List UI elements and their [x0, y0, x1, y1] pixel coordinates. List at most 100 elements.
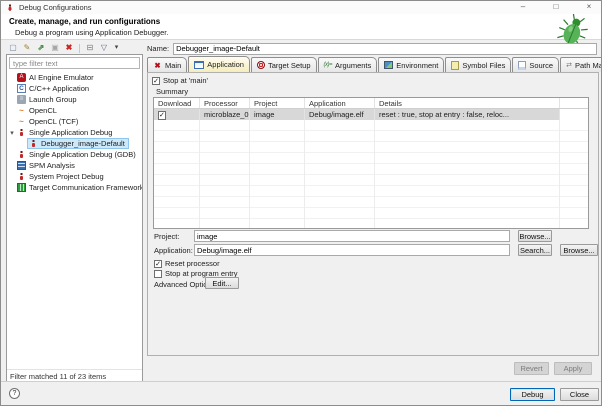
- opencl-icon: [17, 117, 26, 126]
- processor-cell: microblaze_0: [200, 109, 250, 120]
- main-icon: [153, 61, 162, 70]
- new-launch-config-icon[interactable]: ▢: [8, 43, 18, 53]
- tree-item-label: System Project Debug: [29, 172, 104, 181]
- tab-symbol-files[interactable]: Symbol Files: [445, 57, 511, 72]
- sidebar-item-target-communication-framework[interactable]: Target Communication Framework: [7, 182, 142, 193]
- details-cell: reset : true, stop at entry : false, rel…: [375, 109, 560, 120]
- project-browse-button[interactable]: Browse...: [518, 230, 552, 242]
- selected-tree-item: Debugger_image-Default: [27, 138, 129, 149]
- stop-at-main-label: Stop at 'main': [163, 76, 208, 85]
- tab-label: Path Map: [575, 61, 602, 70]
- name-label: Name:: [147, 44, 169, 53]
- filter-config-icon[interactable]: ▽: [99, 43, 109, 53]
- table-gridline: [249, 120, 250, 228]
- new-prototype-icon[interactable]: ✎: [22, 43, 32, 53]
- duplicate-config-icon[interactable]: ▣: [50, 43, 60, 53]
- tab-label: Main: [165, 61, 181, 70]
- filter-input[interactable]: [9, 57, 140, 69]
- maximize-button[interactable]: □: [550, 1, 562, 13]
- tree-item-label: OpenCL: [29, 106, 57, 115]
- sidebar-item-ai-engine-emulator[interactable]: AI Engine Emulator: [7, 72, 142, 83]
- symbol-files-icon: [451, 61, 459, 70]
- source-icon: [518, 61, 526, 70]
- help-icon[interactable]: ?: [9, 388, 20, 399]
- column-header-processor[interactable]: Processor: [200, 98, 250, 108]
- close-button[interactable]: Close: [560, 388, 599, 401]
- path-map-icon: [566, 61, 572, 69]
- sidebar-item-launch-group[interactable]: Launch Group: [7, 94, 142, 105]
- sidebar-item-spm-analysis[interactable]: SPM Analysis: [7, 160, 142, 171]
- table-gridline: [304, 120, 305, 228]
- column-header-details[interactable]: Details: [375, 98, 560, 108]
- table-header-row: Download Processor Project Application D…: [154, 98, 588, 109]
- sidebar-item-opencl[interactable]: OpenCL: [7, 105, 142, 116]
- sidebar-item-system-project-debug[interactable]: System Project Debug: [7, 171, 142, 182]
- name-input[interactable]: [173, 43, 597, 55]
- tab-path-map[interactable]: Path Map: [560, 57, 602, 72]
- tree-item-label: AI Engine Emulator: [29, 73, 94, 82]
- project-input[interactable]: [194, 230, 510, 242]
- delete-config-icon[interactable]: ✖: [64, 43, 74, 53]
- dialog-footer: ? Debug Close: [1, 381, 602, 405]
- window-title: Debug Configurations: [19, 3, 92, 12]
- expand-arrow-icon[interactable]: ▾: [7, 129, 17, 137]
- tree-item-label: C/C++ Application: [29, 84, 89, 93]
- tab-environment[interactable]: Environment: [378, 57, 444, 72]
- reset-processor-checkbox[interactable]: ✓: [154, 260, 162, 268]
- apply-button[interactable]: Apply: [554, 362, 592, 375]
- stop-at-main-checkbox-row[interactable]: ✓ Stop at 'main': [152, 76, 208, 85]
- sidebar-item-opencl-tcf[interactable]: OpenCL (TCF): [7, 116, 142, 127]
- revert-button[interactable]: Revert: [514, 362, 549, 375]
- table-gridline: [374, 120, 375, 228]
- toolbar-separator: [79, 44, 80, 53]
- tab-label: Target Setup: [268, 61, 311, 70]
- sidebar-item-cpp-application[interactable]: C/C++ Application: [7, 83, 142, 94]
- column-header-filler: [560, 98, 588, 108]
- column-header-project[interactable]: Project: [250, 98, 305, 108]
- sidebar-item-single-application-debug-gdb[interactable]: Single Application Debug (GDB): [7, 149, 142, 160]
- export-config-icon[interactable]: ⇗: [36, 43, 46, 53]
- cpp-application-icon: [17, 84, 26, 93]
- application-browse-button[interactable]: Browse...: [560, 244, 598, 256]
- column-header-application[interactable]: Application: [305, 98, 375, 108]
- tab-arguments[interactable]: Arguments: [318, 57, 378, 72]
- configurations-sidebar: ▢ ✎ ⇗ ▣ ✖ ⊟ ▽ ▾ AI Engine Emulator C: [6, 42, 143, 383]
- minimize-button[interactable]: –: [517, 1, 529, 13]
- stop-at-program-entry-checkbox[interactable]: [154, 270, 162, 278]
- stop-at-main-checkbox[interactable]: ✓: [152, 77, 160, 85]
- column-header-download[interactable]: Download: [154, 98, 200, 108]
- download-checkbox[interactable]: ✓: [158, 111, 166, 120]
- filter-menu-caret-icon[interactable]: ▾: [113, 43, 120, 53]
- tab-main[interactable]: Main: [147, 57, 187, 72]
- application-row: Application: Search... Browse...: [154, 244, 602, 256]
- application-search-button[interactable]: Search...: [518, 244, 552, 256]
- opencl-icon: [17, 106, 26, 115]
- reset-processor-label: Reset processor: [165, 259, 220, 268]
- tab-target-setup[interactable]: Target Setup: [251, 57, 317, 72]
- summary-label: Summary: [156, 87, 188, 96]
- application-icon: [194, 61, 204, 69]
- tab-label: Environment: [396, 61, 438, 70]
- reset-processor-checkbox-row[interactable]: ✓ Reset processor: [154, 259, 220, 268]
- project-cell: image: [250, 109, 305, 120]
- sidebar-toolbar: ▢ ✎ ⇗ ▣ ✖ ⊟ ▽ ▾: [6, 42, 143, 54]
- sidebar-item-debugger-image-default[interactable]: Debugger_image-Default: [7, 138, 142, 149]
- environment-icon: [384, 61, 393, 69]
- table-row[interactable]: ✓ microblaze_0 image Debug/image.elf res…: [154, 109, 588, 120]
- launch-group-icon: [17, 95, 26, 104]
- collapse-all-icon[interactable]: ⊟: [85, 43, 95, 53]
- table-empty-area: [154, 120, 588, 228]
- tcf-icon: [17, 183, 26, 192]
- debug-button[interactable]: Debug: [510, 388, 555, 401]
- tab-source[interactable]: Source: [512, 57, 559, 72]
- tree-item-label: Launch Group: [29, 95, 77, 104]
- application-tab-content: ✓ Stop at 'main' Summary Download Proces…: [147, 72, 599, 356]
- close-window-button[interactable]: ×: [583, 1, 595, 13]
- tab-application[interactable]: Application: [188, 56, 250, 72]
- tab-label: Arguments: [335, 61, 371, 70]
- advanced-options-edit-button[interactable]: Edit...: [205, 277, 239, 289]
- application-input[interactable]: [194, 244, 510, 256]
- sidebar-item-single-application-debug[interactable]: ▾ Single Application Debug: [7, 127, 142, 138]
- target-setup-icon: [257, 61, 265, 69]
- configurations-tree-panel: AI Engine Emulator C/C++ Application Lau…: [6, 54, 143, 383]
